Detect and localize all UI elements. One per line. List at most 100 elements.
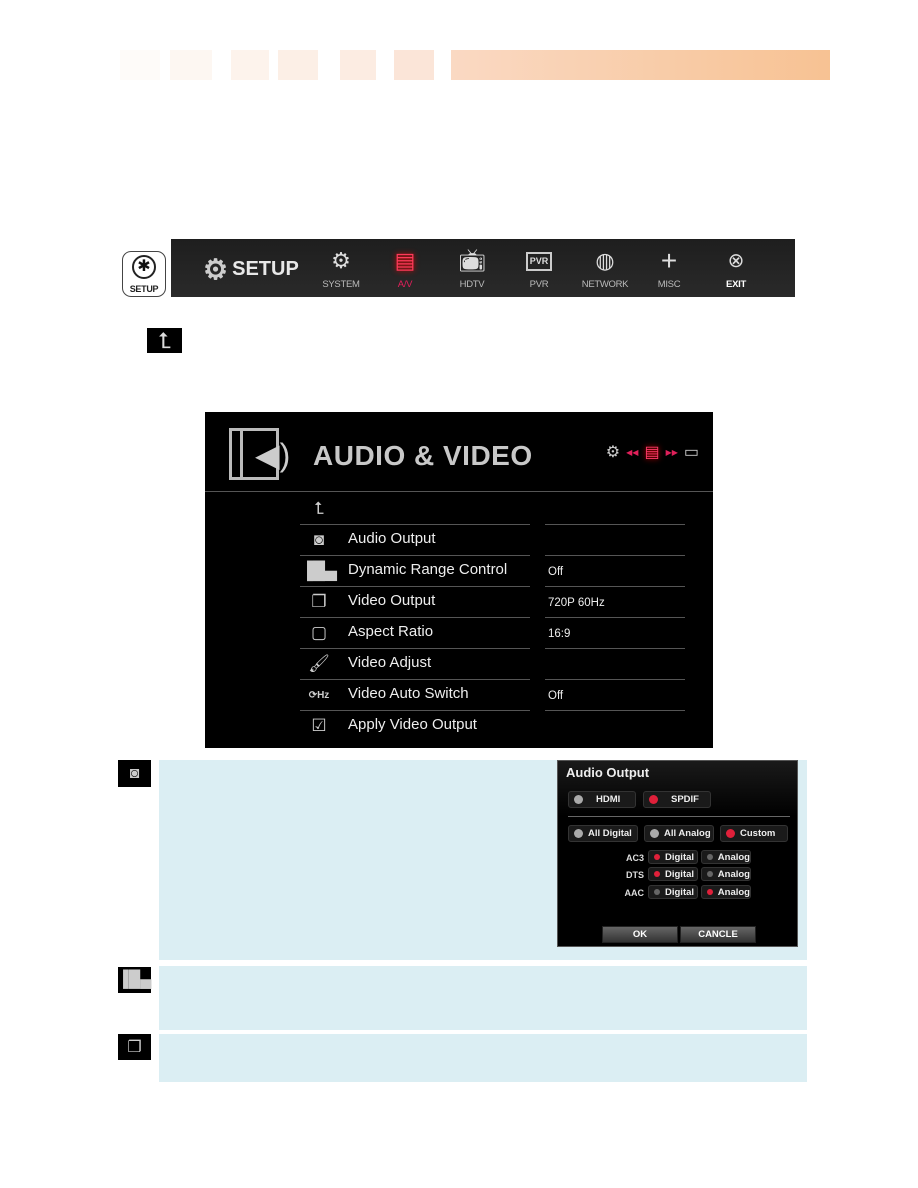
menu-item-label: A/V xyxy=(397,279,413,290)
codec-label-dts: DTS xyxy=(626,870,644,880)
menu-item-label: MISC xyxy=(657,279,681,290)
mode-custom-radio[interactable]: Custom xyxy=(720,825,788,842)
output-hdmi-radio[interactable]: HDMI xyxy=(568,791,636,808)
row-value: Off xyxy=(548,566,564,578)
gear-icon: ⚙ xyxy=(203,254,229,285)
menu-row-video-auto-switch[interactable]: ⟳Hz Video Auto Switch Off xyxy=(300,680,685,711)
brush-icon: 🖌︎ xyxy=(308,654,330,673)
row-label: Video Adjust xyxy=(348,654,432,671)
gear-icon: ✱ xyxy=(132,255,156,279)
radio-dot xyxy=(650,829,659,838)
header-band-block xyxy=(340,50,376,80)
radio-dot xyxy=(707,854,713,860)
header-band-block xyxy=(278,50,318,80)
radio-label: Analog xyxy=(717,886,750,898)
tv-icon: 📺︎ xyxy=(458,248,486,273)
menu-row-apply-video-output[interactable]: ☑ Apply Video Output xyxy=(300,711,685,742)
menu-row-back[interactable]: ⮤ xyxy=(300,494,685,525)
ac3-digital-radio[interactable]: Digital xyxy=(648,850,698,864)
aac-digital-radio[interactable]: Digital xyxy=(648,885,698,899)
radio-label: SPDIF xyxy=(671,794,699,805)
menu-row-video-adjust[interactable]: 🖌︎ Video Adjust xyxy=(300,649,685,680)
radio-label: Digital xyxy=(665,886,695,898)
plus-icon: + xyxy=(660,245,678,276)
header-band-bar xyxy=(451,50,830,80)
mode-all-digital-radio[interactable]: All Digital xyxy=(568,825,638,842)
radio-label: Digital xyxy=(665,851,695,863)
menu-item-misc[interactable]: + MISC xyxy=(637,245,701,291)
row-label: Audio Output xyxy=(348,530,436,547)
panel-title: AUDIO & VIDEO xyxy=(313,440,533,471)
audio-output-dialog: Audio Output HDMI SPDIF All Digital All … xyxy=(557,760,798,947)
film-speaker-icon: ▤ xyxy=(394,248,416,273)
gears-icon: ⚙ xyxy=(331,248,351,273)
dts-analog-radio[interactable]: Analog xyxy=(701,867,751,881)
menu-item-pvr[interactable]: PVR PVR xyxy=(507,247,571,290)
divider xyxy=(205,491,713,492)
radio-dot xyxy=(654,871,660,877)
menu-item-av[interactable]: ▤ A/V xyxy=(373,247,437,291)
row-value: 720P 60Hz xyxy=(548,597,605,609)
menu-row-aspect-ratio[interactable]: ▢ Aspect Ratio 16:9 xyxy=(300,618,685,649)
menu-row-audio-output[interactable]: ◙ Audio Output xyxy=(300,525,685,556)
row-value: Off xyxy=(548,690,564,702)
bars-icon: ▐█▄ xyxy=(300,561,338,580)
dynamic-range-info-box xyxy=(159,966,807,1030)
setup-title: ⚙ SETUP xyxy=(203,253,299,286)
ac3-analog-radio[interactable]: Analog xyxy=(701,850,751,864)
radio-label: Digital xyxy=(665,868,695,880)
aspect-ratio-icon: ▢ xyxy=(310,623,328,642)
cancel-button[interactable]: CANCLE xyxy=(680,926,756,943)
film-speaker-icon: ▤ xyxy=(644,444,660,461)
menu-item-label: NETWORK xyxy=(581,279,629,290)
setup-badge-label: SETUP xyxy=(129,284,159,294)
header-band-block xyxy=(394,50,434,80)
radio-label: Analog xyxy=(717,868,750,880)
menu-item-network[interactable]: ◍ NETWORK xyxy=(573,247,637,291)
dts-digital-radio[interactable]: Digital xyxy=(648,867,698,881)
menu-item-label: SYSTEM xyxy=(322,279,360,290)
codec-label-ac3: AC3 xyxy=(625,853,644,863)
menu-item-hdtv[interactable]: 📺︎ HDTV xyxy=(440,247,504,291)
speaker-icon: ◙ xyxy=(118,760,151,787)
radio-label: Analog xyxy=(717,851,750,863)
radio-dot xyxy=(574,829,583,838)
radio-dot xyxy=(649,795,658,804)
row-label: Dynamic Range Control xyxy=(348,561,508,578)
output-spdif-radio[interactable]: SPDIF xyxy=(643,791,711,808)
radio-dot xyxy=(654,889,660,895)
setup-menu-bar: ⚙ SETUP ⚙ SYSTEM ▤ A/V 📺︎ HDTV PVR PVR ◍… xyxy=(171,239,795,297)
globe-icon: ◍ xyxy=(595,248,615,273)
windows-icon: ❐ xyxy=(118,1034,151,1060)
menu-item-system[interactable]: ⚙ SYSTEM xyxy=(309,247,373,291)
chevron-icon: ◀◀ xyxy=(626,447,639,457)
radio-label: Custom xyxy=(740,828,776,839)
radio-dot xyxy=(654,854,660,860)
menu-item-exit[interactable]: ⊗ EXIT xyxy=(704,247,768,290)
header-band-block xyxy=(120,50,160,80)
menu-row-dynamic-range[interactable]: ▐█▄ Dynamic Range Control Off xyxy=(300,556,685,587)
menu-item-label: HDTV xyxy=(459,279,485,290)
bars-icon: ▐█▄ xyxy=(118,967,152,993)
setup-badge: ✱ SETUP xyxy=(122,251,166,297)
aac-analog-radio[interactable]: Analog xyxy=(701,885,751,899)
radio-dot xyxy=(726,829,735,838)
breadcrumb: ⚙ ◀◀ ▤ ▶▶ ▭ xyxy=(606,442,699,462)
radio-dot xyxy=(574,795,583,804)
row-label: Apply Video Output xyxy=(348,716,477,733)
check-monitor-icon: ☑ xyxy=(311,716,327,735)
panel-header: ◀) AUDIO & VIDEO ⚙ ◀◀ ▤ ▶▶ ▭ xyxy=(205,412,713,492)
menu-row-video-output[interactable]: ❐ Video Output 720P 60Hz xyxy=(300,587,685,618)
tv-icon: ▭ xyxy=(683,444,699,461)
mode-all-analog-radio[interactable]: All Analog xyxy=(644,825,714,842)
gears-icon: ⚙ xyxy=(605,444,621,461)
back-arrow-icon: ⮤ xyxy=(147,328,182,353)
video-output-info-box xyxy=(159,1034,807,1082)
close-circle-icon: ⊗ xyxy=(727,250,745,272)
codec-label-aac: AAC xyxy=(624,888,645,898)
ok-button[interactable]: OK xyxy=(602,926,678,943)
radio-label: All Digital xyxy=(588,828,632,839)
back-arrow-icon: ⮤ xyxy=(313,499,325,518)
menu-item-label: PVR xyxy=(529,279,549,290)
radio-dot xyxy=(707,871,713,877)
